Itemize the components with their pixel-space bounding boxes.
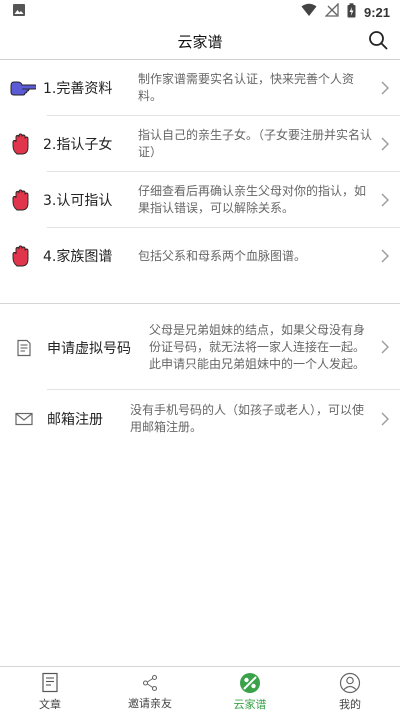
step-desc: 制作家谱需要实名认证，快来完善个人资料。 xyxy=(138,72,355,103)
document-icon xyxy=(15,339,33,357)
status-time: 9:21 xyxy=(363,4,390,20)
step-title: 1.完善资料 xyxy=(43,81,113,97)
image-icon xyxy=(12,3,26,21)
tab-label: 云家谱 xyxy=(233,698,267,711)
chevron-right-icon xyxy=(380,411,390,427)
step-desc: 仔细查看后再确认亲生父母对你的指认，如果指认错误，可以解除关系。 xyxy=(138,184,367,215)
step-title: 2.指认子女 xyxy=(43,137,113,153)
article-icon xyxy=(39,672,61,694)
raised-hand-icon xyxy=(10,189,36,211)
chevron-right-icon xyxy=(380,192,390,208)
page-title: 云家谱 xyxy=(177,33,223,51)
apply-virtual-number-item[interactable]: 申请虚拟号码 父母是兄弟姐妹的结点，如果父母没有身份证号码，就无法将一家人连接在… xyxy=(0,305,400,390)
status-bar: 9:21 xyxy=(0,0,400,24)
chevron-right-icon xyxy=(380,339,390,355)
tab-me[interactable]: 我的 xyxy=(300,667,400,711)
extra-list: 申请虚拟号码 父母是兄弟姐妹的结点，如果父母没有身份证号码，就无法将一家人连接在… xyxy=(0,305,400,448)
bottom-tab-bar: 文章 邀请亲友 云家谱 我的 xyxy=(0,666,400,711)
step-identify-children[interactable]: 2.指认子女 指认自己的亲生子女。（子女要注册并实名认证） xyxy=(0,116,400,172)
wifi-icon xyxy=(301,3,317,21)
tab-label: 我的 xyxy=(339,698,361,711)
search-icon xyxy=(368,30,388,54)
email-register-item[interactable]: 邮箱注册 没有手机号码的人（如孩子或老人），可以使用邮箱注册。 xyxy=(0,390,400,448)
section-gap xyxy=(0,276,400,304)
chevron-right-icon xyxy=(380,80,390,96)
step-desc: 指认自己的亲生子女。（子女要注册并实名认证） xyxy=(138,128,373,159)
steps-list: 1.完善资料 制作家谱需要实名认证，快来完善个人资料。 2.指认子女 指认自己的… xyxy=(0,60,400,284)
no-signal-icon xyxy=(324,2,339,21)
mail-icon xyxy=(15,410,33,428)
extra-desc: 没有手机号码的人（如孩子或老人），可以使用邮箱注册。 xyxy=(130,403,365,434)
family-tree-icon xyxy=(239,672,261,694)
chevron-right-icon xyxy=(380,136,390,152)
raised-hand-icon xyxy=(10,245,36,267)
profile-icon xyxy=(339,672,361,694)
tab-cloud-family-tree[interactable]: 云家谱 xyxy=(200,667,300,711)
app-header: 云家谱 xyxy=(0,24,400,60)
extra-title: 邮箱注册 xyxy=(47,412,103,428)
step-complete-profile[interactable]: 1.完善资料 制作家谱需要实名认证，快来完善个人资料。 xyxy=(0,60,400,116)
pointing-hand-icon xyxy=(10,77,38,99)
tab-articles[interactable]: 文章 xyxy=(0,667,100,711)
tab-invite[interactable]: 邀请亲友 xyxy=(100,667,200,711)
chevron-right-icon xyxy=(380,248,390,264)
share-icon xyxy=(139,672,161,693)
tab-label: 邀请亲友 xyxy=(128,697,172,710)
extra-title: 申请虚拟号码 xyxy=(47,340,131,357)
tab-label: 文章 xyxy=(39,698,61,711)
raised-hand-icon xyxy=(10,133,36,155)
battery-charging-icon xyxy=(347,2,356,22)
step-title: 3.认可指认 xyxy=(43,193,113,209)
search-button[interactable] xyxy=(366,30,390,54)
step-confirm-identification[interactable]: 3.认可指认 仔细查看后再确认亲生父母对你的指认，如果指认错误，可以解除关系。 xyxy=(0,172,400,228)
extra-desc: 父母是兄弟姐妹的结点，如果父母没有身份证号码，就无法将一家人连接在一起。此申请只… xyxy=(149,323,366,371)
